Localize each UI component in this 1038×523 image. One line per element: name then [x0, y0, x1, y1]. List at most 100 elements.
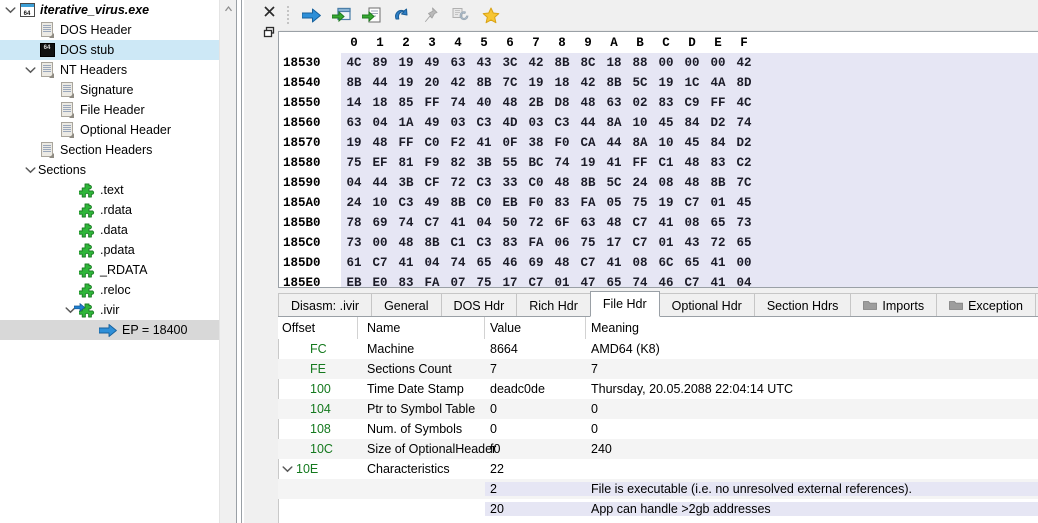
- hex-byte[interactable]: C3: [471, 236, 497, 250]
- hex-byte[interactable]: F9: [419, 156, 445, 170]
- hex-byte[interactable]: 04: [341, 176, 367, 190]
- hex-byte[interactable]: 72: [445, 176, 471, 190]
- tree-item-section-headers[interactable]: Section Headers: [0, 140, 236, 160]
- hex-byte[interactable]: 44: [575, 116, 601, 130]
- hex-byte[interactable]: 41: [393, 256, 419, 270]
- hex-byte[interactable]: 46: [653, 276, 679, 287]
- goto-entry-point-button[interactable]: [296, 2, 326, 28]
- column-header-offset[interactable]: Offset: [280, 321, 315, 335]
- hex-byte[interactable]: 6F: [549, 216, 575, 230]
- hex-byte[interactable]: 46: [497, 256, 523, 270]
- hex-byte[interactable]: C7: [523, 276, 549, 287]
- hex-byte[interactable]: 8B: [549, 56, 575, 70]
- hex-byte[interactable]: 05: [601, 196, 627, 210]
- hex-byte[interactable]: 48: [679, 156, 705, 170]
- hex-byte[interactable]: 83: [653, 96, 679, 110]
- hex-byte[interactable]: 72: [705, 236, 731, 250]
- cell-value[interactable]: deadc0de: [485, 382, 586, 396]
- hex-byte[interactable]: 74: [731, 116, 757, 130]
- hex-byte[interactable]: 69: [523, 256, 549, 270]
- tree-item-file-header[interactable]: File Header: [0, 100, 236, 120]
- tree-item-pdata[interactable]: .pdata: [0, 240, 236, 260]
- hex-byte[interactable]: 8B: [419, 236, 445, 250]
- tree-item-text[interactable]: .text: [0, 180, 236, 200]
- hex-byte[interactable]: 19: [393, 56, 419, 70]
- hex-byte[interactable]: 24: [341, 196, 367, 210]
- hex-byte[interactable]: 3B: [471, 156, 497, 170]
- hex-byte[interactable]: 55: [497, 156, 523, 170]
- hex-byte[interactable]: 17: [601, 236, 627, 250]
- hex-byte[interactable]: 65: [705, 216, 731, 230]
- hex-byte[interactable]: 8A: [601, 116, 627, 130]
- hex-rows[interactable]: 18530 4C 89 19 49 63 43 3C 42 8B 8C 18 88 00 00 00 42 185…: [279, 53, 1038, 287]
- table-row[interactable]: 100 Time Date Stamp deadc0de Thursday, 20.0…: [278, 379, 1038, 399]
- hex-byte[interactable]: 49: [419, 196, 445, 210]
- hex-byte[interactable]: 73: [341, 236, 367, 250]
- cell-value[interactable]: 0: [485, 402, 586, 416]
- column-header-value[interactable]: Value: [485, 321, 586, 335]
- hex-byte[interactable]: 74: [549, 156, 575, 170]
- hex-byte[interactable]: 74: [445, 256, 471, 270]
- column-separator[interactable]: [585, 317, 586, 339]
- tab-section-hdrs[interactable]: Section Hdrs: [753, 293, 852, 317]
- hex-byte[interactable]: C0: [471, 196, 497, 210]
- hex-byte[interactable]: 63: [341, 116, 367, 130]
- hex-byte[interactable]: 83: [497, 236, 523, 250]
- hex-byte[interactable]: FF: [705, 96, 731, 110]
- table-row[interactable]: 2 File is executable (i.e. no unresolved …: [278, 479, 1038, 499]
- tree-item-signature[interactable]: Signature: [0, 80, 236, 100]
- hex-byte[interactable]: 85: [393, 96, 419, 110]
- hex-byte[interactable]: 50: [497, 216, 523, 230]
- hex-byte[interactable]: C7: [575, 256, 601, 270]
- hex-byte[interactable]: C7: [679, 196, 705, 210]
- hex-byte[interactable]: 81: [393, 156, 419, 170]
- table-row[interactable]: FC Machine 8664 AMD64 (K8): [278, 339, 1038, 359]
- hex-byte[interactable]: 5C: [601, 176, 627, 190]
- favorite-button[interactable]: [476, 2, 506, 28]
- hex-byte[interactable]: 8B: [575, 176, 601, 190]
- chevron-down-icon[interactable]: [22, 60, 38, 80]
- hex-byte[interactable]: 78: [341, 216, 367, 230]
- hex-byte[interactable]: 00: [705, 56, 731, 70]
- hex-byte[interactable]: 18: [367, 96, 393, 110]
- hex-byte[interactable]: C2: [731, 156, 757, 170]
- save-to-file-button[interactable]: [356, 2, 386, 28]
- hex-byte[interactable]: EB: [341, 276, 367, 287]
- column-header-meaning[interactable]: Meaning: [586, 321, 1038, 335]
- hex-byte[interactable]: 44: [367, 76, 393, 90]
- hex-byte[interactable]: 88: [627, 56, 653, 70]
- hex-byte[interactable]: FF: [393, 136, 419, 150]
- chevron-down-icon[interactable]: [280, 465, 294, 473]
- hex-row[interactable]: 185D0 61 C7 41 04 74 65 46 69 48 C7 41 08 6C 65 41 00: [279, 253, 1038, 273]
- hex-byte[interactable]: 33: [497, 176, 523, 190]
- hex-byte[interactable]: 42: [445, 76, 471, 90]
- hex-byte[interactable]: D2: [705, 116, 731, 130]
- hex-byte[interactable]: C1: [653, 156, 679, 170]
- hex-row[interactable]: 18580 75 EF 81 F9 82 3B 55 BC 74 19 41 FF C1 48 83 C2: [279, 153, 1038, 173]
- hex-byte[interactable]: F0: [549, 136, 575, 150]
- hex-byte[interactable]: 41: [705, 256, 731, 270]
- hex-byte[interactable]: 45: [679, 136, 705, 150]
- pin-button[interactable]: [416, 2, 446, 28]
- tab-disasm-ivir[interactable]: Disasm: .ivir: [278, 293, 373, 317]
- hex-byte[interactable]: 08: [627, 256, 653, 270]
- hex-byte[interactable]: 74: [627, 276, 653, 287]
- hex-byte[interactable]: 3B: [393, 176, 419, 190]
- hex-byte[interactable]: 63: [601, 96, 627, 110]
- hex-byte[interactable]: 8B: [341, 76, 367, 90]
- hex-byte[interactable]: 18: [549, 76, 575, 90]
- table-row[interactable]: 108 Num. of Symbols 0 0: [278, 419, 1038, 439]
- hex-byte[interactable]: C0: [419, 136, 445, 150]
- hex-byte[interactable]: 01: [705, 196, 731, 210]
- hex-byte[interactable]: 01: [653, 236, 679, 250]
- hex-byte[interactable]: 38: [523, 136, 549, 150]
- toolbar-grip[interactable]: [284, 5, 292, 25]
- hex-byte[interactable]: 41: [705, 276, 731, 287]
- hex-byte[interactable]: 14: [341, 96, 367, 110]
- tab-rich-hdr[interactable]: Rich Hdr: [516, 293, 591, 317]
- hex-byte[interactable]: D8: [549, 96, 575, 110]
- table-row[interactable]: FE Sections Count 7 7: [278, 359, 1038, 379]
- hex-byte[interactable]: 4C: [341, 56, 367, 70]
- hex-byte[interactable]: 61: [341, 256, 367, 270]
- hex-byte[interactable]: 03: [445, 116, 471, 130]
